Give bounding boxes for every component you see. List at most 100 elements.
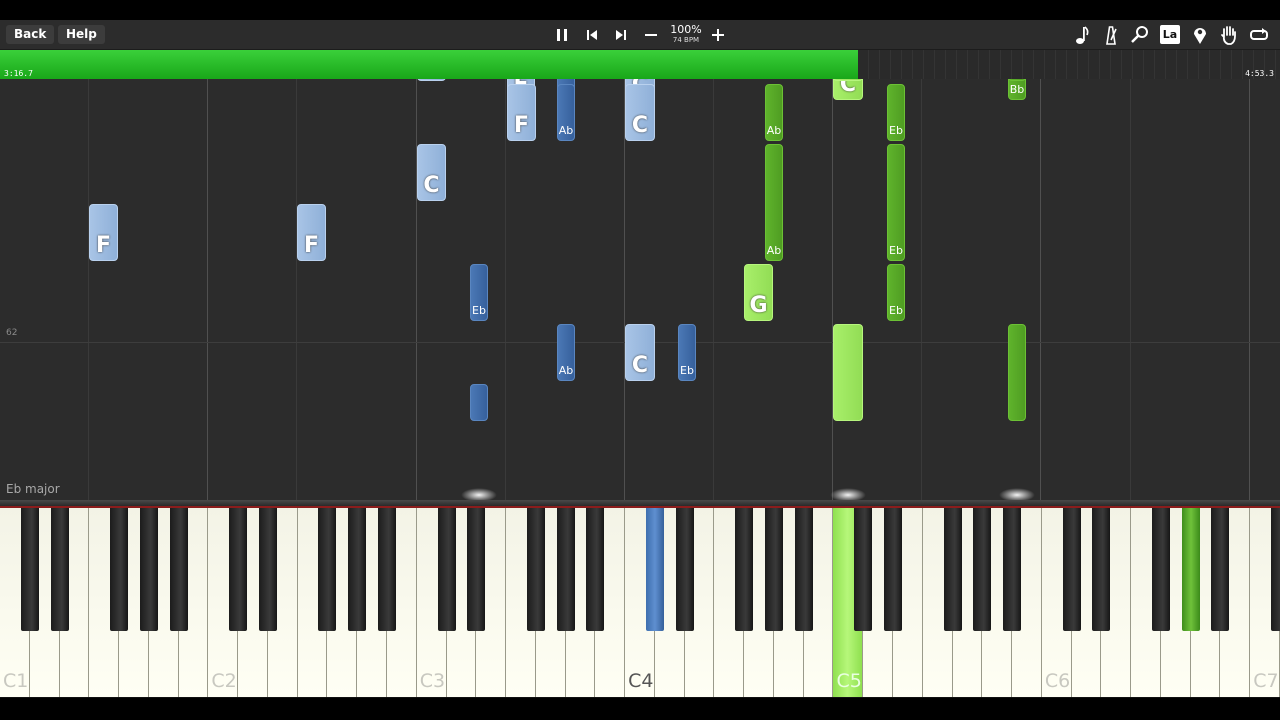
note-block: F [507, 84, 536, 141]
note-block: Eb [887, 84, 905, 141]
note-label: Eb [889, 244, 903, 257]
zoom-out-icon[interactable] [642, 26, 660, 44]
beat-line [713, 79, 714, 500]
note-label: F [303, 233, 320, 258]
black-key[interactable] [735, 508, 754, 631]
beat-line [505, 79, 506, 500]
black-key[interactable] [437, 508, 456, 631]
elapsed-time: 3:16.7 [4, 69, 33, 78]
beat-line [296, 79, 297, 500]
note-block: Eb [887, 264, 905, 321]
bar-line [1040, 79, 1041, 500]
metronome-icon[interactable] [1101, 24, 1121, 46]
black-key[interactable] [586, 508, 605, 631]
black-key[interactable] [973, 508, 992, 631]
note-label: C [631, 353, 649, 378]
note-label: Eb [680, 364, 694, 377]
piano-roll: 62 Eb major FAbCCBbCCBbFAbCAbEbCAbEbFFEb… [0, 79, 1280, 500]
note-block: F [89, 204, 118, 261]
note-label: Bb [1009, 83, 1025, 96]
note-block [1008, 324, 1026, 421]
black-key[interactable] [526, 508, 545, 631]
octave-label: C5 [836, 670, 862, 692]
note-block: Ab [765, 144, 783, 261]
black-key[interactable] [318, 508, 337, 631]
hand-icon[interactable] [1219, 24, 1239, 46]
black-key[interactable] [645, 508, 664, 631]
octave-label: C2 [211, 670, 237, 692]
skip-forward-icon[interactable] [612, 26, 630, 44]
black-key[interactable] [1211, 508, 1230, 631]
black-key[interactable] [1271, 508, 1280, 631]
pause-icon[interactable] [553, 26, 571, 44]
black-key[interactable] [794, 508, 813, 631]
note-label: Eb [889, 304, 903, 317]
note-block: Ab [557, 324, 575, 381]
black-key[interactable] [1062, 508, 1081, 631]
octave-label: C6 [1044, 670, 1071, 692]
skip-back-icon[interactable] [583, 26, 601, 44]
note-block: Ab [557, 84, 575, 141]
black-key[interactable] [20, 508, 39, 631]
note-block: C [417, 144, 446, 201]
back-button[interactable]: Back [6, 25, 55, 44]
octave-label: C7 [1253, 670, 1279, 692]
note-label: G [749, 293, 768, 318]
key-signature-label: Eb major [6, 482, 60, 496]
bottom-black-bar [0, 698, 1280, 720]
piano-keyboard[interactable]: C1 C2 C3 C4 C5 C6 C7 [0, 508, 1280, 698]
bar-line [624, 79, 625, 500]
black-key[interactable] [1181, 508, 1200, 631]
note-block: C [833, 79, 863, 100]
note-label: F [95, 233, 112, 258]
note-block: C [625, 84, 655, 141]
bar-line [1249, 79, 1250, 500]
black-key[interactable] [348, 508, 367, 631]
black-key[interactable] [169, 508, 188, 631]
top-black-bar [0, 0, 1280, 20]
octave-label: C1 [3, 670, 29, 692]
black-key[interactable] [377, 508, 396, 631]
note-block: Eb [678, 324, 696, 381]
octave-label: C4 [628, 670, 654, 692]
note-icon[interactable] [1072, 24, 1092, 46]
note-block: Eb [887, 144, 905, 261]
black-key[interactable] [139, 508, 158, 631]
black-key[interactable] [556, 508, 575, 631]
help-button[interactable]: Help [58, 25, 105, 44]
note-label: Ab [766, 124, 782, 137]
la-icon[interactable]: La [1160, 25, 1180, 44]
black-key[interactable] [884, 508, 903, 631]
zoom-in-icon[interactable] [709, 26, 727, 44]
zoom-percent: 100% [670, 23, 702, 36]
black-key[interactable] [675, 508, 694, 631]
note-block: Bb [1008, 79, 1026, 100]
search-icon[interactable] [1130, 24, 1150, 46]
note-label: F [513, 113, 530, 138]
black-key[interactable] [467, 508, 486, 631]
bar-line [207, 79, 208, 500]
progress-bar[interactable]: 3:16.7 4:53.3 [0, 50, 1280, 79]
black-key[interactable] [110, 508, 129, 631]
loop-icon[interactable] [1249, 24, 1269, 46]
note-label: Ab [558, 124, 574, 137]
note-block: G [744, 264, 773, 321]
location-pin-icon[interactable] [1190, 24, 1210, 46]
black-key[interactable] [50, 508, 69, 631]
beat-line [88, 79, 89, 500]
note-label: C [839, 79, 857, 97]
black-key[interactable] [1092, 508, 1111, 631]
bar-line [416, 79, 417, 500]
black-key[interactable] [943, 508, 962, 631]
black-key[interactable] [854, 508, 873, 631]
note-label: Ab [558, 364, 574, 377]
black-key[interactable] [1151, 508, 1170, 631]
black-key[interactable] [258, 508, 277, 631]
black-key[interactable] [764, 508, 783, 631]
note-block: F [297, 204, 326, 261]
zoom-readout: 100% 74 BPM [670, 23, 702, 45]
note-block: Ab [765, 84, 783, 141]
black-key[interactable] [1003, 508, 1022, 631]
note-label: Eb [472, 304, 486, 317]
black-key[interactable] [229, 508, 248, 631]
